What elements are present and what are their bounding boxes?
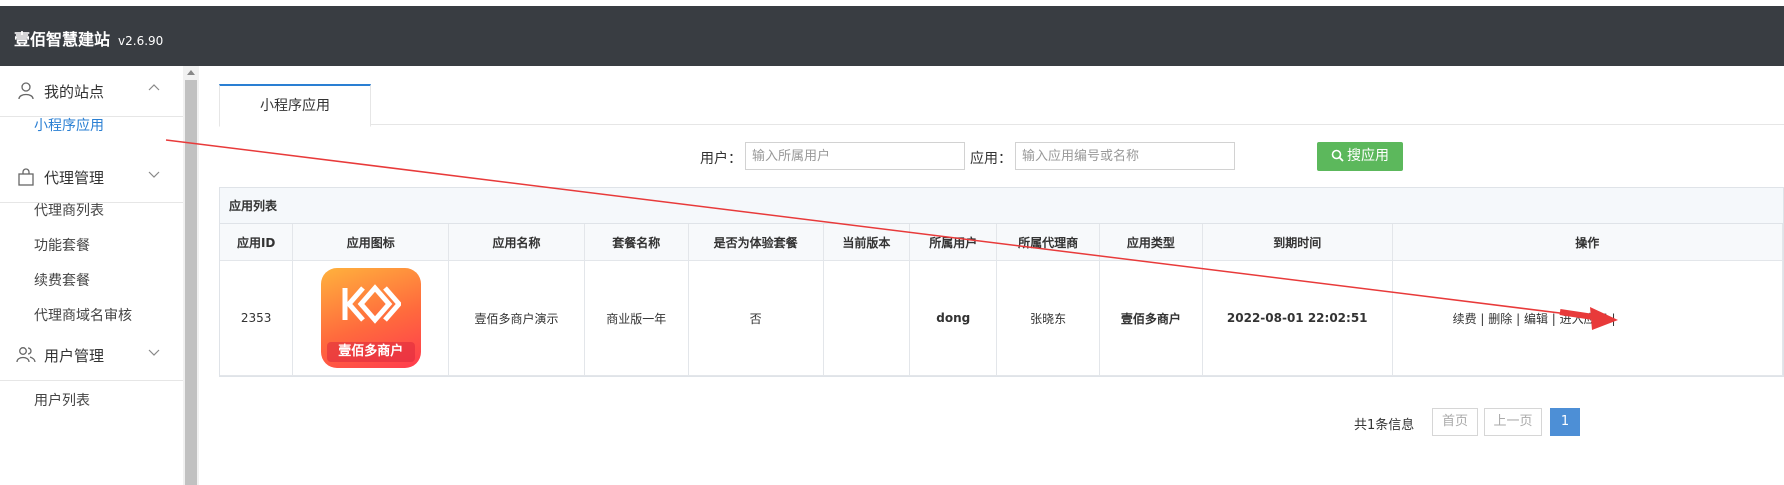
- cell-expire-time: 2022-08-01 22:02:51: [1202, 260, 1393, 376]
- sidebar-group-label: 用户管理: [44, 347, 105, 365]
- search-apps-button-label: 搜应用: [1347, 148, 1389, 164]
- table-header-row: 应用ID 应用图标 应用名称 套餐名称 是否为体验套餐 当前版本 所属用户 所属…: [220, 224, 1784, 261]
- cell-agent: 张晓东: [996, 260, 1100, 376]
- cell-app-type: 壹佰多商户: [1099, 260, 1203, 376]
- pagination-total: 共1条信息: [1354, 418, 1415, 433]
- chevron-up-icon: [148, 84, 160, 91]
- app-icon-label: 壹佰多商户: [326, 342, 415, 362]
- cell-app-name: 壹佰多商户演示: [448, 260, 585, 376]
- cell-operations[interactable]: 续费 | 删除 | 编辑 | 进入应用 |: [1392, 260, 1784, 376]
- column-header: 套餐名称: [584, 224, 689, 261]
- app-filter-label: 应用：: [970, 151, 1012, 167]
- sidebar-item-renewal-packages[interactable]: 续费套餐: [34, 270, 90, 290]
- cell-app-id: 2353: [220, 260, 294, 376]
- chevron-down-icon: [148, 171, 160, 178]
- sidebar-item-feature-packages[interactable]: 功能套餐: [34, 235, 90, 255]
- column-header: 应用名称: [448, 224, 585, 261]
- app-filter-input[interactable]: 输入应用编号或名称: [1015, 142, 1235, 170]
- user-filter-input[interactable]: 输入所属用户: [745, 142, 965, 170]
- chevron-down-icon: [148, 349, 160, 356]
- sidebar-group-user-management[interactable]: 用户管理: [0, 330, 183, 381]
- app-logo-icon: [342, 284, 401, 324]
- app-icon: 壹佰多商户: [320, 268, 421, 368]
- brand[interactable]: 壹佰智慧建站 v2.6.90: [14, 26, 163, 50]
- sidebar-item-agent-list[interactable]: 代理商列表: [34, 200, 104, 220]
- search-icon: [1331, 149, 1344, 162]
- users-icon: [16, 347, 36, 363]
- panel-title: 应用列表: [220, 188, 1783, 224]
- tab-bar-divider: [219, 124, 1784, 125]
- sidebar-group-label: 代理管理: [44, 169, 105, 187]
- cell-package: 商业版一年: [584, 260, 689, 376]
- brand-version: v2.6.90: [118, 34, 164, 48]
- column-header: 应用图标: [292, 224, 450, 261]
- main-content: 小程序应用 用户： 输入所属用户 应用： 输入应用编号或名称 搜应用 应用列表 …: [199, 66, 1784, 485]
- column-header: 应用类型: [1099, 224, 1203, 261]
- user-icon: [18, 82, 34, 100]
- column-header: 操作: [1392, 224, 1784, 261]
- sidebar: 我的站点 小程序应用 代理管理 代理商列表 功能套餐 续费套餐 代理商域名审核 …: [0, 66, 183, 485]
- sidebar-group-my-sites[interactable]: 我的站点: [0, 66, 183, 117]
- cell-is-trial: 否: [688, 260, 824, 376]
- cell-version: [823, 260, 911, 376]
- sidebar-item-user-list[interactable]: 用户列表: [34, 390, 90, 410]
- column-header: 应用ID: [220, 224, 294, 261]
- sidebar-group-label: 我的站点: [44, 83, 105, 101]
- app-list-panel: 应用列表 应用ID 应用图标 应用名称 套餐名称 是否为体验套餐 当前版本 所属…: [219, 187, 1784, 377]
- tab-miniprogram-apps[interactable]: 小程序应用: [219, 84, 371, 127]
- prev-page-button[interactable]: 上一页: [1484, 408, 1542, 436]
- column-header: 当前版本: [823, 224, 911, 261]
- search-apps-button[interactable]: 搜应用: [1317, 142, 1403, 171]
- column-header: 是否为体验套餐: [688, 224, 824, 261]
- user-filter-label: 用户：: [700, 151, 742, 167]
- scrollbar-thumb[interactable]: [185, 80, 197, 485]
- app-table: 应用ID 应用图标 应用名称 套餐名称 是否为体验套餐 当前版本 所属用户 所属…: [220, 224, 1784, 376]
- cell-app-icon: 壹佰多商户: [292, 260, 450, 376]
- cell-user: dong: [909, 260, 998, 376]
- sidebar-group-agent-management[interactable]: 代理管理: [0, 152, 183, 203]
- shopping-bag-icon: [18, 168, 34, 186]
- column-header: 到期时间: [1202, 224, 1393, 261]
- sidebar-item-agent-domain-review[interactable]: 代理商域名审核: [34, 305, 132, 325]
- column-header: 所属用户: [909, 224, 998, 261]
- table-row: 2353 壹佰多商户 壹佰多商户演示 商业版一年 否 dong 张晓东 壹佰多商…: [220, 260, 1784, 376]
- column-header: 所属代理商: [996, 224, 1100, 261]
- first-page-button[interactable]: 首页: [1432, 408, 1478, 436]
- top-bar: 壹佰智慧建站 v2.6.90: [0, 6, 1784, 66]
- sidebar-item-miniprogram-apps[interactable]: 小程序应用: [34, 115, 104, 135]
- page-button-current[interactable]: 1: [1550, 408, 1580, 436]
- scroll-up-icon[interactable]: [187, 70, 195, 75]
- brand-title: 壹佰智慧建站: [14, 30, 111, 49]
- sidebar-scrollbar[interactable]: [183, 66, 199, 485]
